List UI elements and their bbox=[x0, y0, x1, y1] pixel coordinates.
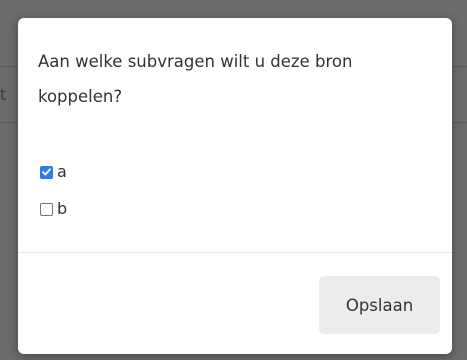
save-button[interactable]: Opslaan bbox=[319, 276, 440, 334]
option-label-a: a bbox=[57, 162, 67, 181]
link-source-dialog: Aan welke subvragen wilt u deze bron kop… bbox=[18, 18, 452, 354]
dialog-footer-divider bbox=[18, 252, 452, 253]
checkbox-unchecked-icon[interactable] bbox=[40, 202, 53, 216]
background-page-text: t bbox=[0, 86, 7, 104]
subquestion-option-a[interactable]: a bbox=[40, 162, 67, 182]
subquestion-options: a b bbox=[40, 162, 67, 236]
checkbox-checked-icon[interactable] bbox=[40, 165, 53, 179]
dialog-question: Aan welke subvragen wilt u deze bron kop… bbox=[38, 52, 353, 106]
checkmark-icon bbox=[42, 168, 51, 176]
subquestion-option-b[interactable]: b bbox=[40, 199, 67, 219]
option-label-b: b bbox=[57, 199, 68, 218]
